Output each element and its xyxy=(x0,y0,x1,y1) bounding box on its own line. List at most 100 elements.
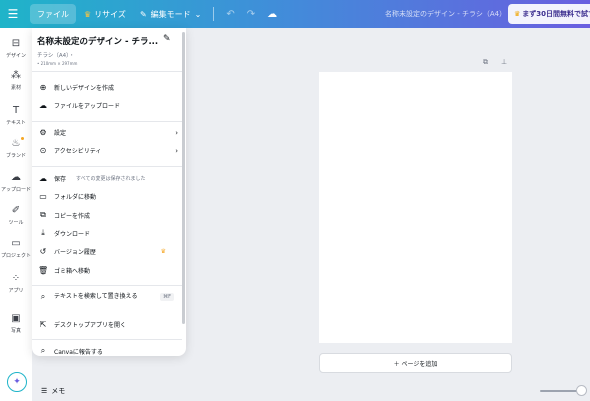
divider xyxy=(32,71,182,72)
rail-item-draw[interactable]: ✐ ツール xyxy=(0,205,32,226)
rail-item-photos[interactable]: ▣ 写真 xyxy=(0,313,32,334)
menu-item-label: ダウンロード xyxy=(54,230,91,238)
menu-item-upload[interactable]: ☁ ファイルをアップロード xyxy=(38,101,178,110)
menu-item-label: コピーを作成 xyxy=(54,212,91,220)
pencil-icon: ✎ xyxy=(139,9,147,19)
menu-item-label: ファイルをアップロード xyxy=(54,103,121,110)
divider xyxy=(32,121,182,122)
brand-icon: ♨ xyxy=(11,138,21,149)
add-page-button[interactable]: ＋ ページを追加 xyxy=(319,353,512,373)
rail-item-text[interactable]: T テキスト xyxy=(0,105,32,126)
menu-item-download[interactable]: ⤓ ダウンロード xyxy=(38,228,178,238)
trash-icon: 🗑 xyxy=(38,266,49,275)
page-add-icon[interactable]: ⊥ xyxy=(501,58,507,66)
crown-icon: ♛ xyxy=(160,248,166,255)
menu-item-label: Canvaに報告する xyxy=(54,348,103,356)
draw-icon: ✐ xyxy=(11,205,21,216)
cloud-check-icon: ☁ xyxy=(39,174,47,183)
rail-label: プロジェクト xyxy=(0,253,31,259)
design-type: チラシ（A4）・ xyxy=(37,53,75,59)
rail-label: ツール xyxy=(8,220,24,226)
menu-icon[interactable]: ☰ xyxy=(0,0,26,28)
notes-icon: ☰ xyxy=(41,387,48,395)
rail-item-uploads[interactable]: ☁ アップロード xyxy=(0,172,32,193)
menu-item-find-replace[interactable]: ⌕ テキストを検索して置き換える ⌘F xyxy=(38,292,178,302)
zoom-slider-handle[interactable] xyxy=(576,385,587,396)
menu-item-version-history[interactable]: ↺ バージョン履歴 ♛ xyxy=(38,247,178,256)
trial-button[interactable]: ♛ まず30日間無料で試す xyxy=(508,4,590,24)
design-page[interactable] xyxy=(319,72,512,343)
chevron-right-icon: › xyxy=(175,146,178,155)
undo-icon[interactable]: ↶ xyxy=(226,9,234,20)
shortcut-badge: ⌘F xyxy=(160,293,174,301)
rail-item-design[interactable]: ⊟ デザイン xyxy=(0,38,32,59)
divider xyxy=(32,285,182,286)
menu-item-label: アクセシビリティ xyxy=(54,148,102,155)
photo-icon: ▣ xyxy=(11,313,21,324)
notes-button[interactable]: ☰ メモ xyxy=(41,386,65,396)
cloud-saved-icon[interactable]: ☁ xyxy=(267,9,277,20)
menu-item-desktop-app[interactable]: ⇱ デスクトップアプリを開く xyxy=(38,320,178,329)
menu-item-new-design[interactable]: ⊕ 新しいデザインを作成 xyxy=(38,83,178,92)
resize-label: リサイズ xyxy=(94,9,126,19)
rail-item-projects[interactable]: ▭ プロジェクト xyxy=(0,238,32,259)
menu-item-label: 新しいデザインを作成 xyxy=(54,85,115,92)
external-link-icon: ⇱ xyxy=(39,320,47,329)
document-title[interactable]: 名称未設定のデザイン - チラシ（A4） xyxy=(385,9,506,19)
redo-icon[interactable]: ↷ xyxy=(247,9,255,20)
magic-assistant-button[interactable]: ✦ xyxy=(7,372,27,392)
rail-label: 写真 xyxy=(10,328,21,334)
menu-item-label: バージョン履歴 xyxy=(54,249,96,256)
download-icon: ⤓ xyxy=(41,228,45,237)
shapes-icon: ⁂ xyxy=(11,70,21,81)
folder-icon: ▭ xyxy=(39,192,47,201)
rail-label: アプリ xyxy=(8,288,24,294)
notification-dot xyxy=(21,137,24,140)
cloud-upload-icon: ☁ xyxy=(11,172,21,183)
menu-item-move-folder[interactable]: ▭ フォルダに移動 xyxy=(38,192,178,201)
apps-icon: ⁘ xyxy=(11,273,21,284)
rail-item-brand[interactable]: ♨ ブランド xyxy=(0,138,32,159)
cloud-upload-icon: ☁ xyxy=(39,101,47,110)
toolbar-divider xyxy=(213,7,215,21)
layout-icon: ⊟ xyxy=(11,38,21,49)
page-copy-icon[interactable]: ⧉ xyxy=(483,58,488,67)
history-icon: ↺ xyxy=(39,247,47,256)
text-icon: T xyxy=(12,105,20,116)
left-rail: ⊟ デザイン ⁂ 素材 T テキスト ♨ ブランド ☁ アップロード ✐ ツール… xyxy=(0,28,32,401)
design-dimensions: • 210mm × 297mm xyxy=(37,61,78,66)
menu-item-report[interactable]: ⌕ Canvaに報告する xyxy=(38,346,178,356)
menu-item-save[interactable]: ☁ 保存 すべての変更は保存されました xyxy=(38,174,178,183)
copy-icon: ⧉ xyxy=(40,210,46,219)
trial-label: まず30日間無料で試す xyxy=(522,10,590,18)
rail-label: ブランド xyxy=(5,153,26,159)
gear-icon: ⚙ xyxy=(39,128,47,137)
search-icon: ⌕ xyxy=(40,292,46,301)
menu-item-copy[interactable]: ⧉ コピーを作成 xyxy=(38,210,178,220)
rail-label: アップロード xyxy=(0,187,31,193)
divider xyxy=(32,166,182,167)
crown-icon: ♛ xyxy=(84,9,92,19)
rail-label: テキスト xyxy=(6,120,26,126)
menu-item-label: デスクトップアプリを開く xyxy=(54,322,127,329)
file-menu-button[interactable]: ファイル xyxy=(30,4,76,24)
divider xyxy=(32,339,182,340)
menu-item-trash[interactable]: 🗑 ゴミ箱へ移動 xyxy=(38,266,178,275)
pencil-icon[interactable]: ✎ xyxy=(163,34,171,44)
menu-item-settings[interactable]: ⚙ 設定 › xyxy=(38,128,178,137)
edit-mode-label: 編集モード xyxy=(150,9,191,19)
menu-item-accessibility[interactable]: ⊙ アクセシビリティ › xyxy=(38,146,178,155)
design-title[interactable]: 名称未設定のデザイン - チラ... xyxy=(37,35,158,47)
resize-button[interactable]: ♛ リサイズ xyxy=(84,9,126,20)
panel-scrollbar[interactable] xyxy=(182,32,185,324)
sparkle-icon: ✦ xyxy=(13,377,21,387)
rail-item-elements[interactable]: ⁂ 素材 xyxy=(0,70,32,91)
menu-item-label: フォルダに移動 xyxy=(54,194,97,201)
top-bar: ☰ ファイル ♛ リサイズ ✎ 編集モード ⌄ ↶ ↷ ☁ 名称未設定のデザイン… xyxy=(0,0,590,28)
rail-label: デザイン xyxy=(5,53,26,59)
rail-item-apps[interactable]: ⁘ アプリ xyxy=(0,273,32,294)
edit-mode-button[interactable]: ✎ 編集モード ⌄ xyxy=(140,9,201,20)
menu-item-label: ゴミ箱へ移動 xyxy=(54,268,91,275)
menu-item-label: テキストを検索して置き換える xyxy=(54,293,138,300)
search-icon: ⌕ xyxy=(40,346,46,355)
